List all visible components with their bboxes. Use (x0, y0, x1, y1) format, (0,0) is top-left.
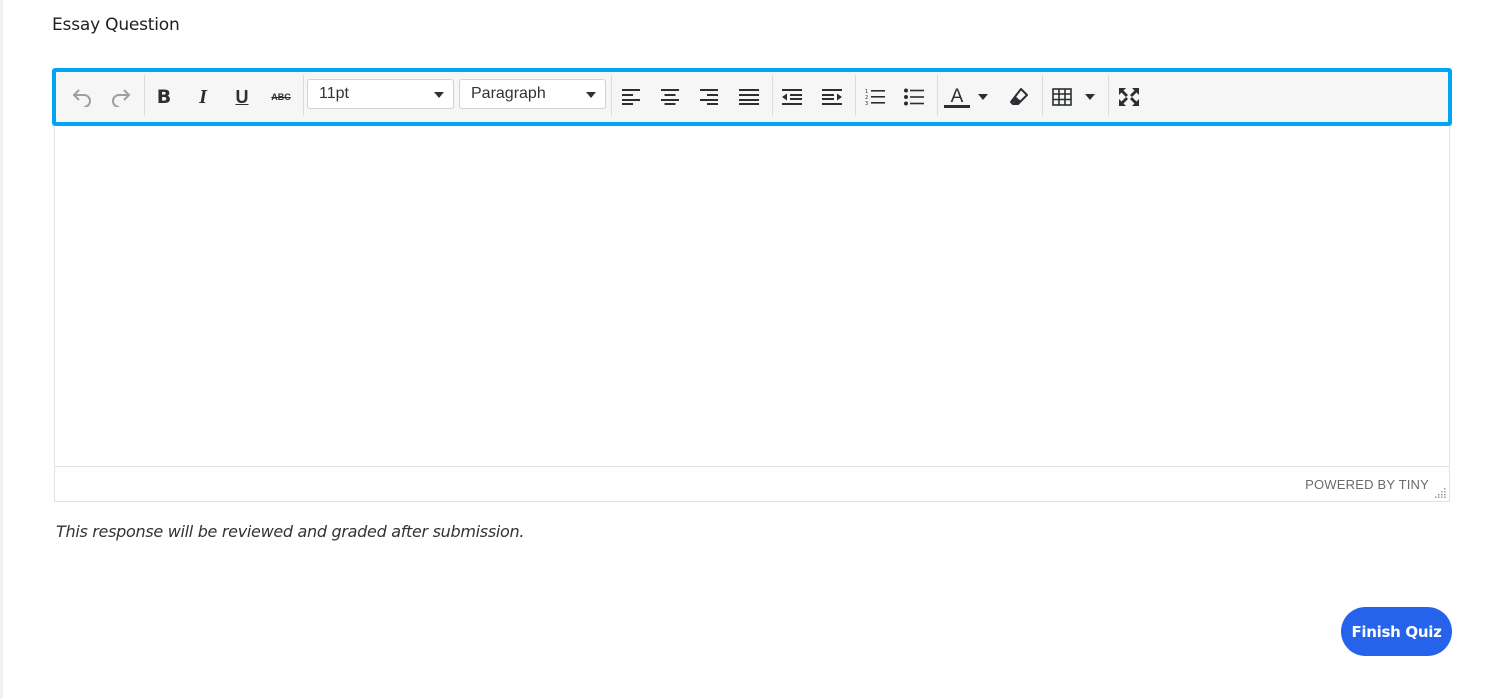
indent-button[interactable] (816, 81, 848, 113)
outdent-icon (782, 89, 802, 105)
toolbar-separator (303, 75, 304, 116)
text-color-dropdown[interactable] (973, 81, 993, 113)
powered-by-link[interactable]: POWERED BY TINY (1305, 477, 1429, 492)
text-color-icon: A (944, 86, 970, 108)
align-justify-icon (739, 89, 759, 105)
numbered-list-icon: 123 (865, 89, 885, 106)
left-border (0, 0, 3, 698)
align-left-icon (622, 89, 640, 105)
text-color-button[interactable]: A (941, 81, 973, 113)
toolbar-separator (1108, 75, 1109, 116)
editor-content-area[interactable] (56, 125, 1448, 465)
bold-icon: B (156, 86, 172, 108)
bold-button[interactable]: B (148, 81, 180, 113)
undo-icon (72, 89, 91, 107)
question-title: Essay Question (52, 15, 180, 35)
svg-text:A: A (951, 86, 964, 107)
toolbar-separator (144, 75, 145, 116)
outdent-button[interactable] (776, 81, 808, 113)
editor-toolbar: B I U ABC 11pt Paragraph 1 2 3 A (52, 68, 1452, 126)
italic-button[interactable]: I (187, 81, 219, 113)
toolbar-separator (855, 75, 856, 116)
clear-formatting-button[interactable] (1003, 81, 1035, 113)
underline-button[interactable]: U (226, 81, 258, 113)
table-icon (1052, 88, 1072, 106)
font-size-select[interactable]: 11pt (307, 79, 454, 109)
redo-button[interactable] (105, 81, 137, 113)
toolbar-separator (772, 75, 773, 116)
chevron-down-icon (1085, 94, 1095, 100)
italic-icon: I (199, 85, 207, 108)
strikethrough-icon: ABC (271, 92, 291, 102)
toolbar-separator (611, 75, 612, 116)
fullscreen-icon (1119, 88, 1139, 106)
align-center-icon (661, 89, 679, 105)
bullet-list-button[interactable] (898, 81, 930, 113)
toolbar-separator (937, 75, 938, 116)
fullscreen-button[interactable] (1113, 81, 1145, 113)
block-format-select[interactable]: Paragraph (459, 79, 606, 109)
numbered-list-button[interactable]: 123 (859, 81, 891, 113)
align-right-icon (700, 89, 718, 105)
toolbar-separator (1042, 75, 1043, 116)
font-size-value: 11pt (319, 85, 349, 102)
bullet-list-icon (904, 88, 924, 106)
svg-text:3: 3 (865, 101, 868, 106)
redo-icon (112, 89, 131, 107)
clear-formatting-icon (1010, 88, 1028, 105)
chevron-down-icon (978, 94, 988, 100)
finish-quiz-button[interactable]: Finish Quiz (1341, 607, 1452, 656)
chevron-down-icon (586, 92, 596, 98)
undo-button[interactable] (66, 81, 98, 113)
strikethrough-button[interactable]: ABC (265, 81, 297, 113)
align-right-button[interactable] (693, 81, 725, 113)
table-dropdown[interactable] (1080, 81, 1100, 113)
indent-icon (822, 89, 842, 105)
table-button[interactable] (1050, 81, 1074, 113)
align-justify-button[interactable] (733, 81, 765, 113)
grading-note: This response will be reviewed and grade… (56, 522, 525, 541)
rich-text-editor: POWERED BY TINY (54, 70, 1450, 502)
align-left-button[interactable] (615, 81, 647, 113)
editor-statusbar: POWERED BY TINY (55, 466, 1449, 501)
resize-handle-icon[interactable] (1435, 487, 1446, 498)
align-center-button[interactable] (654, 81, 686, 113)
underline-icon: U (235, 86, 249, 107)
block-format-value: Paragraph (471, 85, 546, 102)
chevron-down-icon (434, 92, 444, 98)
